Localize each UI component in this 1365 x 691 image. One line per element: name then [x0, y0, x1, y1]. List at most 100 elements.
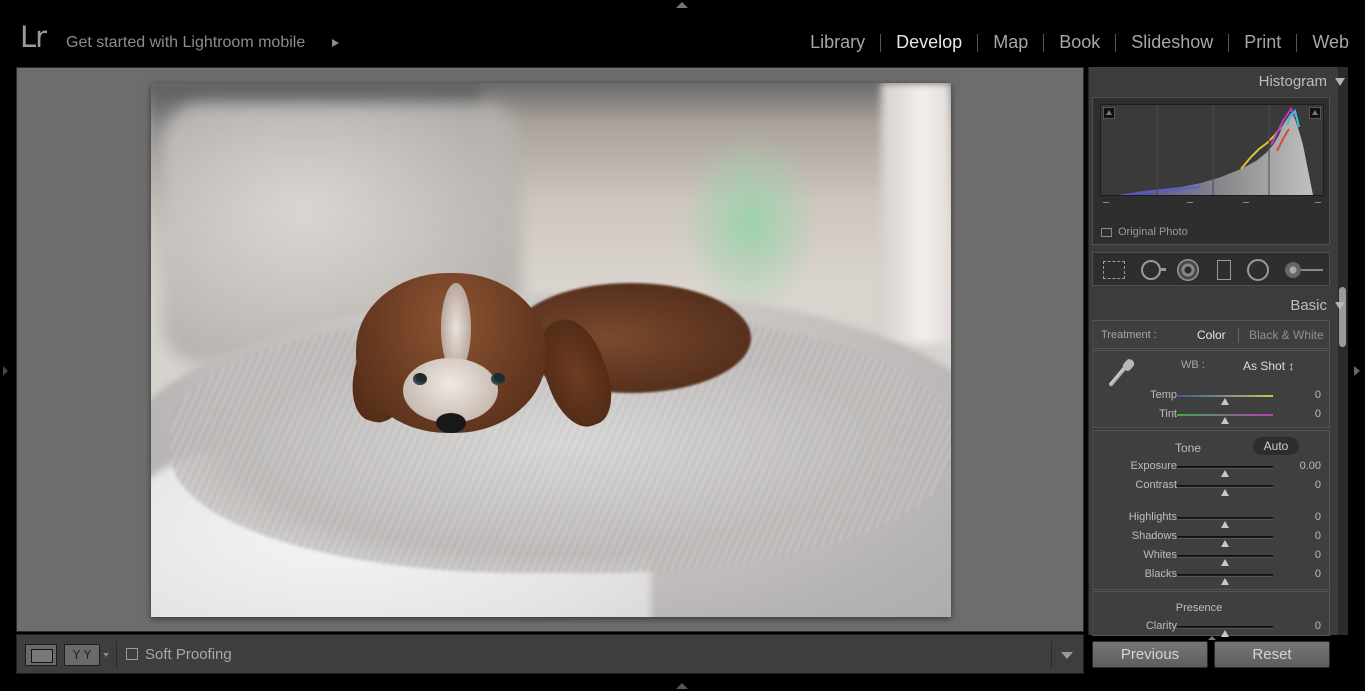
spot-removal-icon[interactable]	[1141, 260, 1166, 280]
auto-tone-button[interactable]: Auto	[1253, 437, 1299, 455]
clarity-slider-thumb[interactable]	[1221, 630, 1229, 637]
whites-slider[interactable]	[1177, 555, 1273, 566]
tint-value[interactable]: 0	[1315, 408, 1321, 420]
highlights-slider-thumb[interactable]	[1221, 521, 1229, 528]
wb-preset-select[interactable]: As Shot ↕	[1243, 359, 1294, 373]
module-web[interactable]: Web	[1297, 32, 1349, 53]
bottom-toolbar: Y Y Soft Proofing	[16, 634, 1084, 674]
module-bar: Lr Get started with Lightroom mobile Lib…	[0, 0, 1365, 66]
contrast-slider[interactable]	[1177, 485, 1273, 496]
blacks-slider[interactable]	[1177, 574, 1273, 585]
loupe-view-button[interactable]	[25, 644, 57, 666]
contrast-slider-thumb[interactable]	[1221, 489, 1229, 496]
clarity-slider[interactable]	[1177, 626, 1273, 637]
toolbar-divider	[1051, 641, 1052, 669]
photo-canvas[interactable]	[16, 67, 1084, 632]
temp-slider-row: Temp 0	[1093, 389, 1331, 405]
presence-label: Presence	[1175, 602, 1223, 614]
play-arrow-icon[interactable]	[332, 39, 339, 47]
histogram-tick	[1243, 202, 1249, 203]
shadows-slider-row: Shadows 0	[1093, 530, 1331, 547]
temp-slider[interactable]	[1177, 395, 1273, 405]
lightroom-mobile-link[interactable]: Get started with Lightroom mobile	[66, 34, 305, 52]
panel-end-marker-icon	[1208, 636, 1216, 640]
top-panel-toggle-icon[interactable]	[676, 2, 688, 8]
tint-slider-thumb[interactable]	[1221, 417, 1229, 424]
histogram-luminance-area	[1121, 113, 1313, 195]
treatment-color-option[interactable]: Color	[1197, 328, 1226, 342]
module-map[interactable]: Map	[978, 32, 1043, 53]
highlight-clipping-icon[interactable]	[1309, 107, 1321, 119]
exposure-slider-row: Exposure 0.00	[1093, 460, 1331, 477]
histogram-panel: Original Photo	[1092, 97, 1330, 245]
basic-title: Basic	[1290, 297, 1327, 314]
toolbar-divider	[116, 641, 117, 669]
filmstrip-toggle-icon[interactable]	[676, 683, 688, 689]
module-book[interactable]: Book	[1044, 32, 1115, 53]
shadows-value[interactable]: 0	[1315, 530, 1321, 542]
right-panel-toggle-icon[interactable]	[1354, 366, 1360, 376]
original-photo-checkbox[interactable]	[1101, 227, 1112, 237]
scrollbar-thumb[interactable]	[1339, 287, 1346, 347]
highlights-slider[interactable]	[1177, 517, 1273, 528]
soft-proofing-label[interactable]: Soft Proofing	[145, 646, 232, 663]
shadows-slider-thumb[interactable]	[1221, 540, 1229, 547]
module-library[interactable]: Library	[795, 32, 880, 53]
histogram-header[interactable]: Histogram	[1259, 73, 1345, 90]
blacks-label: Blacks	[1144, 568, 1177, 580]
blacks-value[interactable]: 0	[1315, 568, 1321, 580]
develop-tool-strip	[1092, 252, 1330, 286]
histogram-tick	[1187, 202, 1193, 203]
before-after-dropdown-icon[interactable]	[103, 653, 109, 657]
collapse-triangle-icon[interactable]	[1335, 301, 1345, 310]
histogram-graph[interactable]	[1100, 104, 1324, 196]
shadow-clipping-icon[interactable]	[1103, 107, 1115, 119]
wb-eyedropper-icon[interactable]	[1103, 357, 1136, 391]
shadows-slider[interactable]	[1177, 536, 1273, 547]
before-after-button[interactable]: Y Y	[64, 644, 100, 666]
photo-window	[881, 83, 951, 343]
temp-slider-thumb[interactable]	[1221, 398, 1229, 405]
original-photo-label: Original Photo	[1118, 226, 1188, 238]
photo-dog-nose	[436, 413, 466, 433]
contrast-slider-row: Contrast 0	[1093, 479, 1331, 496]
brush-tip	[1285, 262, 1301, 278]
module-develop[interactable]: Develop	[881, 32, 977, 53]
photo-preview[interactable]	[151, 83, 951, 617]
blacks-slider-thumb[interactable]	[1221, 578, 1229, 585]
whites-slider-row: Whites 0	[1093, 549, 1331, 566]
treatment-bw-option[interactable]: Black & White	[1249, 328, 1324, 342]
basic-header[interactable]: Basic	[1290, 297, 1345, 314]
original-photo-toggle[interactable]: Original Photo	[1101, 226, 1188, 238]
toolbar-options-dropdown-icon[interactable]	[1061, 652, 1073, 659]
red-eye-icon[interactable]	[1177, 259, 1199, 281]
exposure-slider[interactable]	[1177, 466, 1273, 477]
module-picker: Library Develop Map Book Slideshow Print…	[795, 32, 1349, 53]
exposure-slider-thumb[interactable]	[1221, 470, 1229, 477]
tint-slider[interactable]	[1177, 414, 1273, 424]
module-print[interactable]: Print	[1229, 32, 1296, 53]
adjustment-brush-icon[interactable]	[1285, 261, 1323, 279]
reset-button[interactable]: Reset	[1214, 641, 1330, 668]
soft-proofing-checkbox[interactable]	[126, 648, 138, 660]
histogram-ticks	[1103, 202, 1323, 208]
clarity-value[interactable]: 0	[1315, 620, 1321, 632]
left-panel-toggle-icon[interactable]	[3, 366, 8, 376]
histogram-svg	[1120, 105, 1313, 195]
previous-button[interactable]: Previous	[1092, 641, 1208, 668]
module-slideshow[interactable]: Slideshow	[1116, 32, 1228, 53]
whites-value[interactable]: 0	[1315, 549, 1321, 561]
radial-filter-icon[interactable]	[1247, 259, 1269, 281]
photo-dog-eye	[491, 373, 505, 385]
contrast-value[interactable]: 0	[1315, 479, 1321, 491]
presence-section: Presence Clarity 0	[1092, 591, 1331, 637]
highlights-value[interactable]: 0	[1315, 511, 1321, 523]
graduated-filter-icon[interactable]	[1217, 260, 1231, 280]
temp-value[interactable]: 0	[1315, 389, 1321, 401]
whites-slider-thumb[interactable]	[1221, 559, 1229, 566]
crop-overlay-icon[interactable]	[1103, 261, 1125, 279]
collapse-triangle-icon[interactable]	[1335, 77, 1345, 86]
clarity-slider-row: Clarity 0	[1093, 620, 1331, 637]
right-panel-scrollbar[interactable]	[1338, 67, 1348, 635]
exposure-value[interactable]: 0.00	[1300, 460, 1321, 472]
